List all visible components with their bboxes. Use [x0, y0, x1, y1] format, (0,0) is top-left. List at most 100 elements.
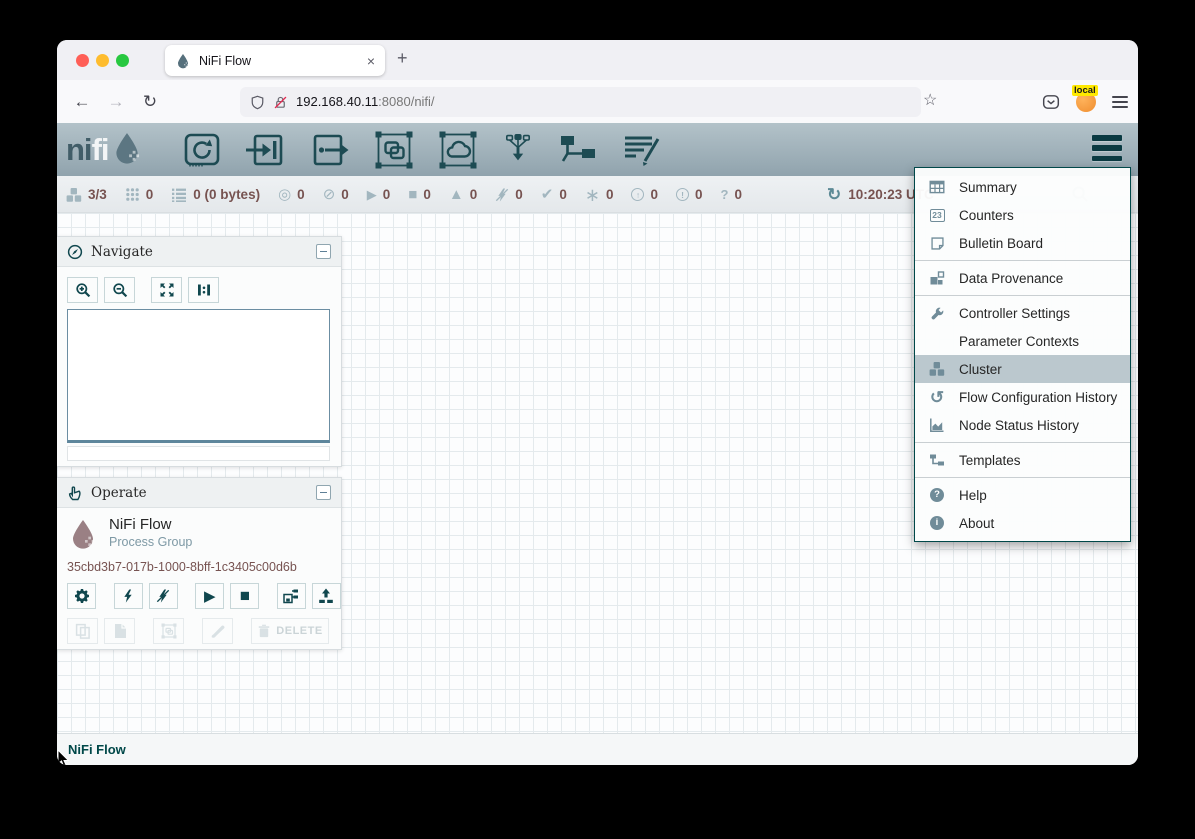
- funnel-icon[interactable]: [502, 130, 534, 170]
- menu-item-cluster[interactable]: Cluster: [915, 355, 1130, 383]
- tracking-shield-icon[interactable]: [250, 95, 265, 110]
- nifi-drop-icon: [110, 131, 144, 165]
- logo-text-fi: fi: [92, 134, 109, 165]
- url-bar[interactable]: 192.168.40.11:8080/nifi/: [240, 87, 921, 117]
- status-locally-modified: ∗0: [585, 186, 614, 204]
- question-icon: ?: [721, 188, 729, 201]
- operate-collapse-button[interactable]: [316, 485, 331, 500]
- menu-item-help[interactable]: ?Help: [915, 481, 1130, 509]
- status-sync-failure: ?0: [721, 187, 742, 202]
- reload-icon[interactable]: ↻: [133, 92, 167, 112]
- browser-window: NiFi Flow × + ← → ↻ 192.168.40.11:8080/n…: [57, 40, 1138, 765]
- data-provenance-icon: [928, 270, 946, 286]
- processor-icon[interactable]: [182, 130, 222, 170]
- zoom-actual-button[interactable]: [188, 277, 219, 303]
- copy-button[interactable]: [67, 618, 98, 644]
- cluster-cubes-icon: [66, 187, 82, 203]
- label-icon[interactable]: [622, 130, 662, 170]
- refresh-icon[interactable]: ↻: [827, 185, 841, 205]
- menu-item-templates[interactable]: Templates: [915, 446, 1130, 474]
- menu-separator: [915, 260, 1130, 261]
- menu-separator: [915, 295, 1130, 296]
- zoom-out-button[interactable]: [104, 277, 135, 303]
- menu-item-controller-settings[interactable]: Controller Settings: [915, 299, 1130, 327]
- paste-button[interactable]: [104, 618, 135, 644]
- status-transmitting: ◎0: [278, 187, 305, 202]
- cluster-cubes-icon: [928, 361, 946, 377]
- navigate-collapse-button[interactable]: [316, 244, 331, 259]
- tab-strip: NiFi Flow × +: [57, 40, 1138, 80]
- compass-icon: [67, 244, 83, 260]
- menu-item-node-status-history[interactable]: Node Status History: [915, 411, 1130, 439]
- logo-text-ni: ni: [66, 134, 92, 165]
- menu-separator: [915, 477, 1130, 478]
- process-group-id: 35cbd3b7-017b-1000-8bff-1c3405c00d6b: [67, 560, 341, 574]
- back-icon[interactable]: ←: [65, 92, 99, 112]
- status-not-transmitting: ⊘0: [323, 187, 349, 202]
- pocket-icon[interactable]: [1042, 93, 1060, 111]
- template-icon[interactable]: [558, 130, 598, 170]
- output-port-icon[interactable]: [310, 130, 350, 170]
- bookmark-star-icon[interactable]: ☆: [923, 90, 937, 110]
- birdseye-minimap[interactable]: [67, 309, 330, 443]
- menu-item-data-provenance[interactable]: Data Provenance: [915, 264, 1130, 292]
- menu-item-counters[interactable]: 23Counters: [915, 201, 1130, 229]
- create-template-button[interactable]: [277, 583, 306, 609]
- status-clustered-nodes: 3/3: [66, 187, 107, 203]
- url-path: :8080/nifi/: [378, 94, 434, 109]
- insecure-lock-icon[interactable]: [273, 95, 288, 110]
- counters-icon: 23: [928, 209, 946, 222]
- disable-button[interactable]: [149, 583, 178, 609]
- profile-avatar[interactable]: local: [1076, 92, 1096, 112]
- menu-item-summary[interactable]: Summary: [915, 173, 1130, 201]
- delete-button[interactable]: DELETE: [251, 618, 329, 644]
- status-locally-modified-stale: !0: [676, 187, 703, 202]
- navigate-panel-title: Navigate: [91, 244, 308, 260]
- nifi-favicon: [175, 53, 191, 69]
- menu-item-flow-configuration-history[interactable]: ↺Flow Configuration History: [915, 383, 1130, 411]
- global-menu-icon[interactable]: [1092, 135, 1122, 161]
- process-group-icon[interactable]: [374, 130, 414, 170]
- history-icon: ↺: [928, 389, 946, 406]
- area-chart-icon: [928, 417, 946, 433]
- breadcrumb[interactable]: NiFi Flow: [68, 742, 126, 757]
- delete-button-label: DELETE: [276, 625, 322, 637]
- summary-table-icon: [928, 179, 946, 195]
- remote-process-group-icon[interactable]: [438, 130, 478, 170]
- input-port-icon[interactable]: [246, 130, 286, 170]
- menu-item-bulletin-board[interactable]: Bulletin Board: [915, 229, 1130, 257]
- forward-icon[interactable]: →: [99, 92, 133, 112]
- upload-template-button[interactable]: [312, 583, 341, 609]
- stop-button[interactable]: ■: [230, 583, 259, 609]
- zoom-in-button[interactable]: [67, 277, 98, 303]
- new-tab-button[interactable]: +: [397, 48, 408, 69]
- stop-icon: ■: [408, 187, 417, 202]
- template-icon: [928, 452, 946, 468]
- maximize-window-button[interactable]: [116, 54, 129, 67]
- browser-tab[interactable]: NiFi Flow ×: [165, 45, 385, 76]
- zoom-fit-button[interactable]: [151, 277, 182, 303]
- status-active-threads: 0: [125, 187, 154, 202]
- url-host: 192.168.40.11: [296, 94, 378, 109]
- tab-close-icon[interactable]: ×: [367, 54, 375, 68]
- global-menu: Summary 23Counters Bulletin Board Data P…: [914, 167, 1131, 542]
- firefox-menu-icon[interactable]: [1112, 96, 1128, 108]
- status-invalid: ▲0: [449, 187, 477, 202]
- warning-triangle-icon: ▲: [449, 187, 464, 202]
- bulletin-board-icon: [928, 236, 946, 251]
- exclamation-circle-icon: !: [676, 188, 689, 201]
- close-window-button[interactable]: [76, 54, 89, 67]
- status-running: ▶0: [367, 187, 391, 202]
- configure-button[interactable]: [67, 583, 96, 609]
- start-button[interactable]: ▶: [195, 583, 224, 609]
- operate-panel-header[interactable]: Operate: [57, 478, 341, 508]
- menu-item-about[interactable]: iAbout: [915, 509, 1130, 537]
- menu-item-parameter-contexts[interactable]: Parameter Contexts: [915, 327, 1130, 355]
- enable-button[interactable]: [114, 583, 143, 609]
- fill-color-button[interactable]: [202, 618, 233, 644]
- threads-icon: [125, 187, 140, 202]
- group-button[interactable]: [153, 618, 184, 644]
- minimize-window-button[interactable]: [96, 54, 109, 67]
- help-icon: ?: [928, 488, 946, 502]
- navigate-panel-header[interactable]: Navigate: [57, 237, 341, 267]
